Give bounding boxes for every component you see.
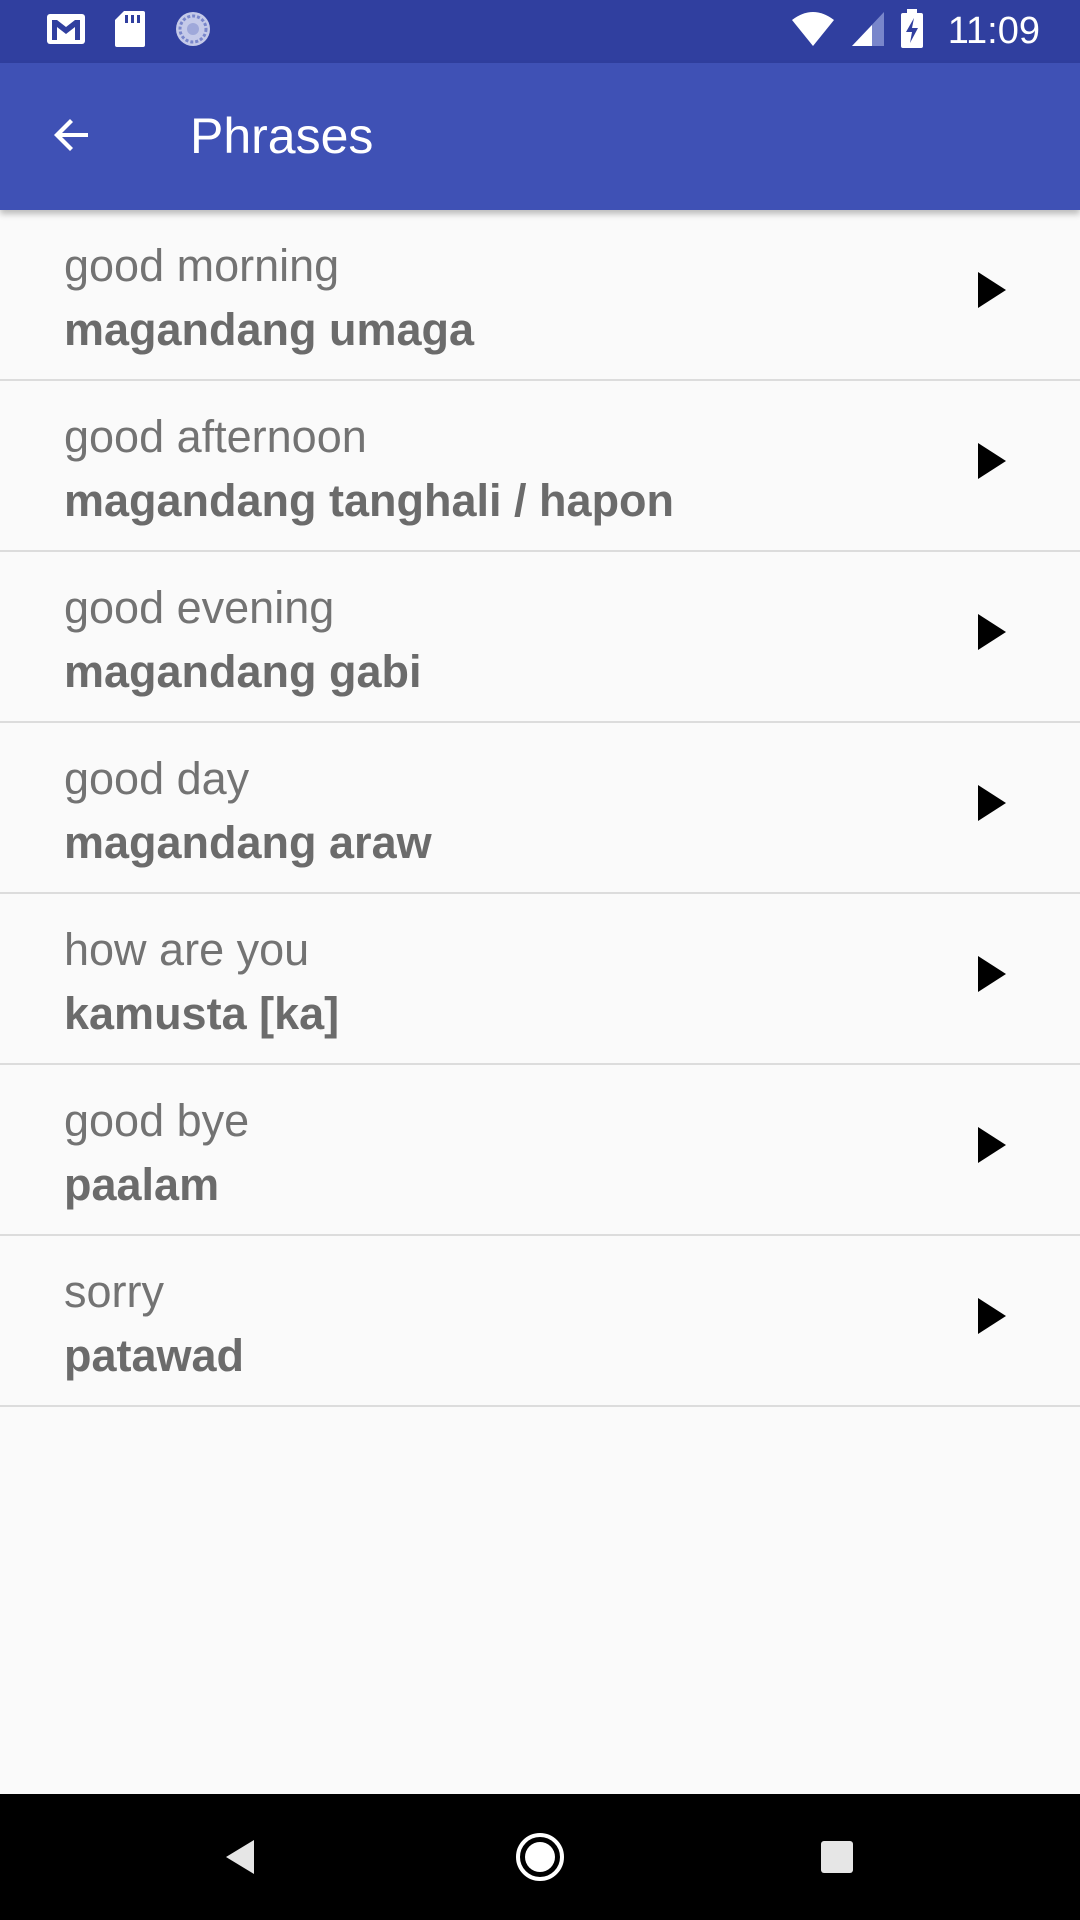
status-time: 11:09 [947, 10, 1040, 52]
phrase-english: good evening [64, 582, 335, 633]
nav-back-button[interactable] [205, 1824, 275, 1894]
phrase-tagalog: magandang umaga [64, 304, 475, 355]
play-icon [976, 783, 1008, 828]
phrase-item[interactable]: how are you kamusta [ka] [0, 894, 1080, 1065]
status-bar: 11:09 [0, 0, 1080, 63]
play-button[interactable] [960, 431, 1024, 495]
sync-icon [174, 10, 212, 53]
nav-recents-icon [819, 1839, 855, 1880]
navigation-bar [0, 1794, 1080, 1920]
phrase-item[interactable]: good afternoon magandang tanghali / hapo… [0, 381, 1080, 552]
phrase-english: good morning [64, 240, 340, 291]
phrase-tagalog: magandang gabi [64, 646, 422, 697]
play-icon [976, 954, 1008, 999]
play-icon [976, 441, 1008, 486]
phrase-item[interactable]: good evening magandang gabi [0, 552, 1080, 723]
phrase-tagalog: paalam [64, 1159, 220, 1210]
nav-recents-button[interactable] [802, 1824, 872, 1894]
phrase-english: how are you [64, 924, 310, 975]
phrase-english: good day [64, 753, 250, 804]
nav-home-button[interactable] [505, 1824, 575, 1894]
phrase-tagalog: magandang tanghali / hapon [64, 475, 675, 526]
phrase-tagalog: kamusta [ka] [64, 988, 340, 1039]
page-title: Phrases [190, 108, 374, 164]
play-icon [976, 1296, 1008, 1341]
nav-home-icon [514, 1831, 566, 1888]
phrase-tagalog: magandang araw [64, 817, 432, 868]
play-icon [976, 1125, 1008, 1170]
phrase-english: sorry [64, 1266, 164, 1317]
play-button[interactable] [960, 1286, 1024, 1350]
play-button[interactable] [960, 260, 1024, 324]
phrase-item[interactable]: good morning magandang umaga [0, 210, 1080, 381]
battery-charging-icon [900, 9, 924, 54]
play-icon [976, 270, 1008, 315]
phrase-list: good morning magandang umaga good aftern… [0, 210, 1080, 1407]
signal-icon [850, 10, 886, 53]
wifi-icon [790, 10, 836, 53]
arrow-back-icon [48, 111, 96, 164]
play-button[interactable] [960, 944, 1024, 1008]
play-button[interactable] [960, 602, 1024, 666]
play-icon [976, 612, 1008, 657]
app-bar: Phrases [0, 63, 1080, 210]
nav-back-icon [222, 1837, 258, 1882]
sd-card-icon [114, 10, 146, 53]
play-button[interactable] [960, 773, 1024, 837]
status-left-icons [46, 0, 212, 63]
status-right-icons: 11:09 [790, 0, 1040, 63]
phrase-item[interactable]: good bye paalam [0, 1065, 1080, 1236]
phrase-english: good afternoon [64, 411, 367, 462]
gmail-icon [46, 13, 86, 50]
back-button[interactable] [34, 99, 110, 175]
phrase-item[interactable]: sorry patawad [0, 1236, 1080, 1407]
phrase-tagalog: patawad [64, 1330, 245, 1381]
phrase-item[interactable]: good day magandang araw [0, 723, 1080, 894]
phrase-english: good bye [64, 1095, 250, 1146]
play-button[interactable] [960, 1115, 1024, 1179]
